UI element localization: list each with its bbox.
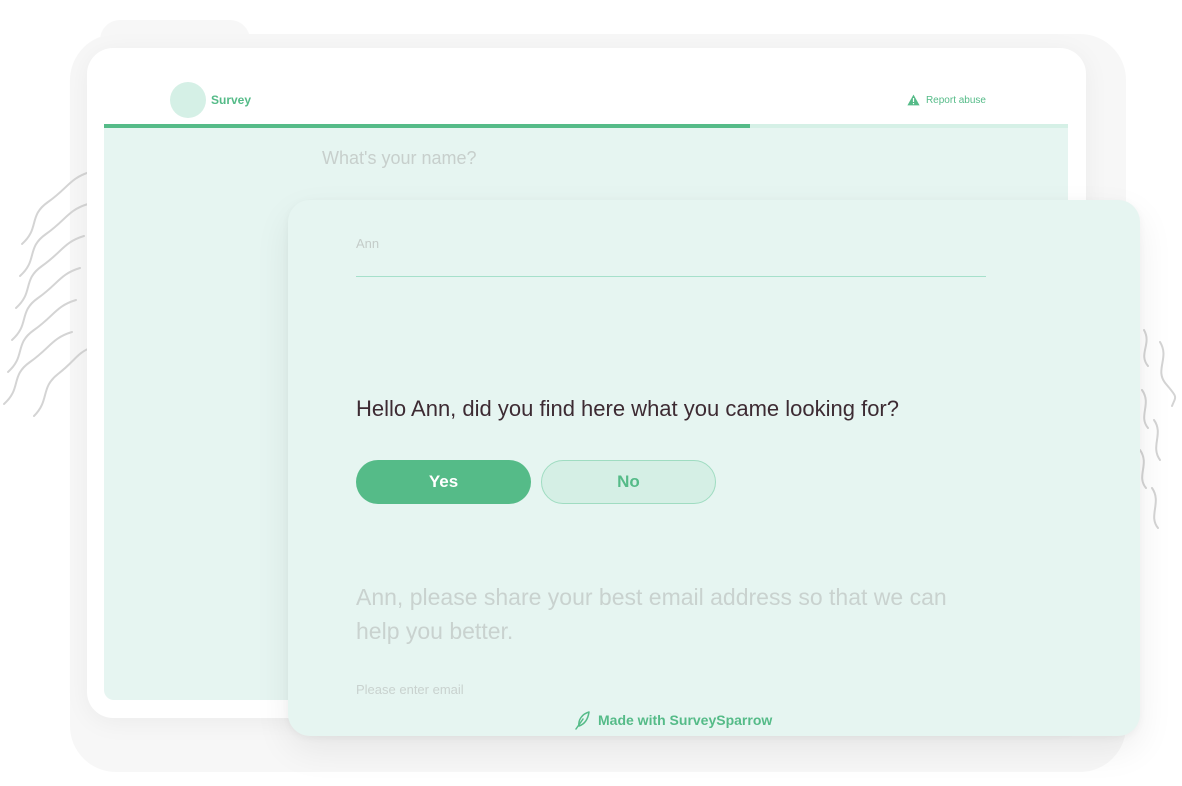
report-abuse-label[interactable]: Report abuse <box>926 95 986 106</box>
name-answer-value[interactable]: Ann <box>356 236 379 251</box>
brand-name: Survey <box>211 93 252 107</box>
report-abuse-link[interactable]: Report abuse <box>907 94 986 106</box>
survey-preview: Survey Report abuse What's your name? An… <box>0 0 1182 786</box>
name-answer-underline <box>356 276 986 277</box>
yes-button[interactable]: Yes <box>356 460 531 504</box>
brand: Survey <box>170 82 251 118</box>
brand-logo <box>170 82 206 118</box>
made-with-badge[interactable]: Made with SurveySparrow <box>574 710 772 730</box>
previous-question-text: What's your name? <box>322 148 477 168</box>
feather-icon <box>575 711 590 730</box>
made-with-label[interactable]: Made with SurveySparrow <box>598 712 772 728</box>
warning-triangle-icon <box>907 94 920 106</box>
next-question-text: Ann, please share your best email addres… <box>356 584 947 644</box>
survey-header: Survey Report abuse <box>104 76 1068 124</box>
current-question-text: Hello Ann, did you find here what you ca… <box>356 396 899 421</box>
decorative-waves-left <box>3 171 91 417</box>
no-button[interactable]: No <box>541 460 716 504</box>
email-input[interactable]: Please enter email <box>356 682 464 697</box>
